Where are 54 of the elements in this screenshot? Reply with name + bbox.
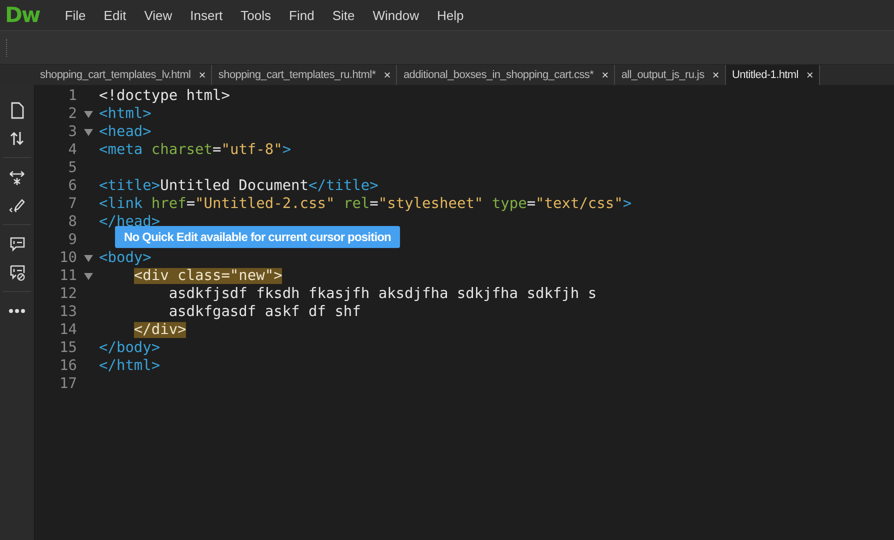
- line-number: 3: [67, 124, 77, 140]
- line-number: 9: [67, 232, 77, 248]
- close-icon[interactable]: ×: [384, 68, 390, 82]
- code-line: <html>: [99, 106, 152, 122]
- line-number: 2: [67, 106, 77, 122]
- menu-item[interactable]: Find: [280, 8, 324, 22]
- comment-icon[interactable]: [8, 235, 26, 253]
- line-number: 13: [58, 304, 77, 320]
- line-number: 7: [67, 196, 77, 212]
- line-number: 12: [58, 286, 77, 302]
- fold-arrow-icon[interactable]: [84, 272, 92, 280]
- code-line: <head>: [99, 124, 152, 140]
- toolbar-grip: [6, 38, 9, 56]
- code-line: asdkfjsdf fksdh fkasjfh aksdjfha sdkjfha sdkfjh s: [168, 286, 597, 302]
- fold-arrow-icon[interactable]: [84, 110, 92, 118]
- app-logo: Dw: [4, 3, 41, 27]
- menu-item[interactable]: Insert: [181, 8, 232, 22]
- menu-item[interactable]: Tools: [232, 8, 280, 22]
- menu-item[interactable]: Edit: [94, 8, 136, 22]
- line-number: 11: [58, 268, 77, 284]
- fold-arrow-icon[interactable]: [84, 254, 92, 262]
- line-number: 8: [67, 214, 77, 230]
- code-line: <title>Untitled Document</title>: [99, 178, 378, 194]
- quick-edit-tooltip: No Quick Edit available for current cursor position: [115, 226, 400, 248]
- close-icon[interactable]: ×: [806, 68, 814, 82]
- sort-arrows-icon[interactable]: [8, 129, 26, 147]
- menu-item[interactable]: View: [135, 8, 182, 22]
- close-icon[interactable]: ×: [602, 68, 608, 82]
- code-line: <!doctype html>: [99, 88, 230, 104]
- line-number: 5: [67, 160, 77, 176]
- line-number: 10: [58, 250, 77, 266]
- close-icon[interactable]: ×: [198, 68, 206, 82]
- uncomment-icon[interactable]: [8, 263, 26, 281]
- code-line: <meta charset="utf-8">: [99, 142, 292, 158]
- line-number: 1: [67, 88, 77, 104]
- fold-arrow-icon[interactable]: [84, 128, 92, 136]
- file-tab[interactable]: Untitled-1.html ×: [726, 65, 820, 85]
- line-number: 14: [58, 322, 77, 338]
- code-line: <body>: [99, 250, 152, 266]
- line-number: 4: [67, 142, 77, 158]
- line-number: 16: [58, 358, 77, 374]
- code-line: <link href="Untitled-2.css" rel="stylesheet" type="text/css">: [99, 196, 632, 212]
- line-number: 15: [58, 340, 77, 356]
- expand-icon[interactable]: [8, 168, 26, 186]
- code-line: </html>: [99, 358, 160, 374]
- line-number: 17: [58, 376, 77, 392]
- menu-item[interactable]: Window: [364, 8, 428, 22]
- code-line: </body>: [99, 340, 160, 356]
- code-line: asdkfgasdf askf df shf: [168, 304, 361, 320]
- line-number: 6: [67, 178, 77, 194]
- menu-item[interactable]: File: [56, 8, 95, 22]
- menu-item[interactable]: Help: [428, 8, 473, 22]
- menu-item[interactable]: Site: [323, 8, 364, 22]
- close-icon[interactable]: ×: [712, 68, 719, 82]
